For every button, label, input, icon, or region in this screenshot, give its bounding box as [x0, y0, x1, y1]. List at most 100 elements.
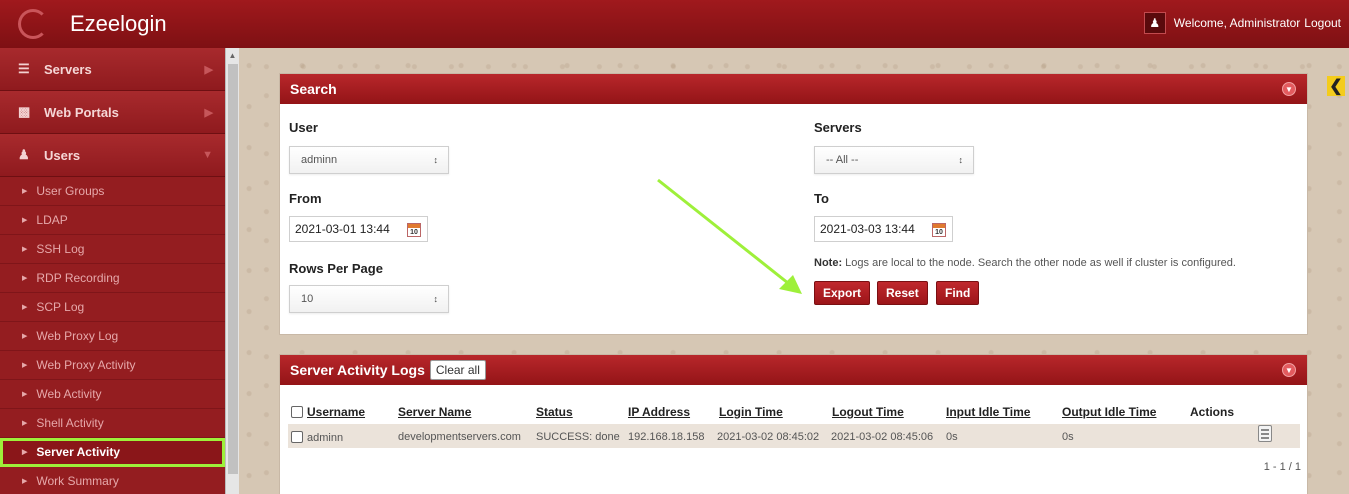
- sidebar-scrollbar[interactable]: ▲: [225, 48, 239, 494]
- collapse-icon[interactable]: ▼: [1282, 82, 1296, 96]
- sidebar-item-shell-activity[interactable]: ▶ Shell Activity: [0, 409, 225, 438]
- bullet-icon: ▶: [22, 478, 28, 485]
- cell-username: adminn: [291, 431, 343, 444]
- servers-select[interactable]: -- All -- ↕: [814, 146, 974, 174]
- sidebar-item-label: Shell Activity: [36, 416, 104, 430]
- cell-server-name: developmentservers.com: [398, 431, 521, 443]
- sidebar-item-label: Web Portals: [44, 104, 119, 120]
- sidebar-item-web-portals[interactable]: ▩ Web Portals ▶: [0, 91, 225, 134]
- logout-link[interactable]: Logout: [1304, 16, 1341, 30]
- sidebar-item-label: Servers: [44, 61, 92, 77]
- to-date-input[interactable]: 2021-03-03 13:44 10: [814, 216, 953, 242]
- chevron-down-icon: ▼: [202, 149, 213, 161]
- sidebar-item-user-groups[interactable]: ▶ User Groups: [0, 177, 225, 206]
- column-actions: Actions: [1190, 405, 1235, 419]
- cluster-note: Note: Logs are local to the node. Search…: [814, 257, 1236, 269]
- search-panel-header: Search ▼: [280, 74, 1307, 104]
- user-select[interactable]: adminn ↕: [289, 146, 449, 174]
- user-select-value: adminn: [301, 154, 338, 166]
- column-server-name[interactable]: Server Name: [398, 405, 471, 419]
- sidebar-item-label: SCP Log: [36, 300, 85, 314]
- calendar-day: 10: [410, 229, 418, 236]
- cell-ip-address: 192.168.18.158: [628, 431, 705, 443]
- to-label: To: [814, 191, 829, 206]
- panel-toggle-button[interactable]: ❮: [1327, 76, 1345, 96]
- row-checkbox[interactable]: [291, 431, 303, 443]
- panel-title: Search: [290, 81, 337, 97]
- logo[interactable]: Ezeelogin: [0, 0, 167, 48]
- sidebar-item-ldap[interactable]: ▶ LDAP: [0, 206, 225, 235]
- scroll-thumb[interactable]: [228, 64, 238, 474]
- cell-input-idle-time: 0s: [946, 431, 958, 443]
- cell-output-idle-time: 0s: [1062, 431, 1074, 443]
- user-label: User: [289, 120, 318, 135]
- user-area: ♟ Welcome, Administrator Logout: [1143, 12, 1341, 34]
- to-date-value: 2021-03-03 13:44: [820, 222, 915, 236]
- sidebar: ☰ Servers ▶ ▩ Web Portals ▶ ♟ Users ▼ ▶ U…: [0, 48, 225, 494]
- sidebar-item-ssh-log[interactable]: ▶ SSH Log: [0, 235, 225, 264]
- panel-title: Server Activity Logs: [290, 362, 425, 378]
- sidebar-item-users[interactable]: ♟ Users ▼: [0, 134, 225, 177]
- find-button[interactable]: Find: [936, 281, 980, 305]
- cell-logout-time: 2021-03-02 08:45:06: [831, 431, 934, 443]
- sidebar-item-label: SSH Log: [36, 242, 85, 256]
- bullet-icon: ▶: [22, 362, 28, 369]
- sidebar-item-server-activity[interactable]: ▶ Server Activity: [0, 438, 225, 467]
- grid-icon: ▩: [18, 104, 31, 119]
- scroll-up-icon[interactable]: ▲: [226, 48, 239, 62]
- bullet-icon: ▶: [22, 246, 28, 253]
- sidebar-item-label: Web Activity: [36, 387, 102, 401]
- column-output-idle-time[interactable]: Output Idle Time: [1062, 405, 1156, 419]
- rows-per-page-select[interactable]: 10 ↕: [289, 285, 449, 313]
- pagination-info: 1 - 1 / 1: [1263, 461, 1301, 473]
- column-username[interactable]: Username: [291, 405, 365, 419]
- username-value: adminn: [307, 432, 344, 444]
- column-login-time[interactable]: Login Time: [719, 405, 783, 419]
- view-details-icon[interactable]: [1258, 425, 1272, 442]
- sidebar-item-label: Web Proxy Activity: [36, 358, 136, 372]
- bullet-icon: ▶: [22, 188, 28, 195]
- column-label: Username: [307, 405, 366, 419]
- select-caret-icon: ↕: [433, 294, 439, 304]
- clear-all-button[interactable]: Clear all: [429, 360, 486, 380]
- select-caret-icon: ↕: [958, 155, 964, 165]
- calendar-icon[interactable]: 10: [407, 223, 421, 237]
- user-icon: ♟: [1143, 12, 1166, 34]
- sidebar-item-label: Server Activity: [36, 445, 120, 459]
- logo-icon: [18, 9, 48, 39]
- bullet-icon: ▶: [22, 333, 28, 340]
- bullet-icon: ▶: [22, 275, 28, 282]
- column-status[interactable]: Status: [536, 405, 573, 419]
- calendar-icon[interactable]: 10: [932, 223, 946, 237]
- sidebar-item-scp-log[interactable]: ▶ SCP Log: [0, 293, 225, 322]
- chevron-right-icon: ▶: [204, 106, 213, 119]
- column-ip-address[interactable]: IP Address: [628, 405, 690, 419]
- sidebar-item-label: Work Summary: [36, 474, 119, 488]
- sidebar-item-servers[interactable]: ☰ Servers ▶: [0, 48, 225, 91]
- bullet-icon: ▶: [22, 420, 28, 427]
- from-date-input[interactable]: 2021-03-01 13:44 10: [289, 216, 428, 242]
- column-input-idle-time[interactable]: Input Idle Time: [946, 405, 1030, 419]
- reset-button[interactable]: Reset: [877, 281, 928, 305]
- servers-label: Servers: [814, 120, 862, 135]
- collapse-icon[interactable]: ▼: [1282, 363, 1296, 377]
- sidebar-item-web-activity[interactable]: ▶ Web Activity: [0, 380, 225, 409]
- column-logout-time[interactable]: Logout Time: [832, 405, 904, 419]
- users-icon: ♟: [18, 147, 30, 162]
- bullet-icon: ▶: [22, 217, 28, 224]
- logs-panel-header: Server Activity Logs Clear all ▼: [280, 355, 1307, 385]
- sidebar-item-rdp-recording[interactable]: ▶ RDP Recording: [0, 264, 225, 293]
- select-all-checkbox[interactable]: [291, 406, 303, 418]
- top-bar: Ezeelogin ♟ Welcome, Administrator Logou…: [0, 0, 1349, 48]
- welcome-text: Welcome, Administrator: [1173, 16, 1301, 30]
- note-label: Note:: [814, 257, 843, 269]
- bullet-icon: ▶: [22, 304, 28, 311]
- bullet-icon: ▶: [22, 391, 28, 398]
- from-date-value: 2021-03-01 13:44: [295, 222, 390, 236]
- sidebar-item-web-proxy-log[interactable]: ▶ Web Proxy Log: [0, 322, 225, 351]
- sidebar-item-work-summary[interactable]: ▶ Work Summary: [0, 467, 225, 494]
- export-button[interactable]: Export: [814, 281, 871, 305]
- bullet-icon: ▶: [22, 449, 28, 456]
- note-text: Logs are local to the node. Search the o…: [842, 257, 1236, 269]
- sidebar-item-web-proxy-activity[interactable]: ▶ Web Proxy Activity: [0, 351, 225, 380]
